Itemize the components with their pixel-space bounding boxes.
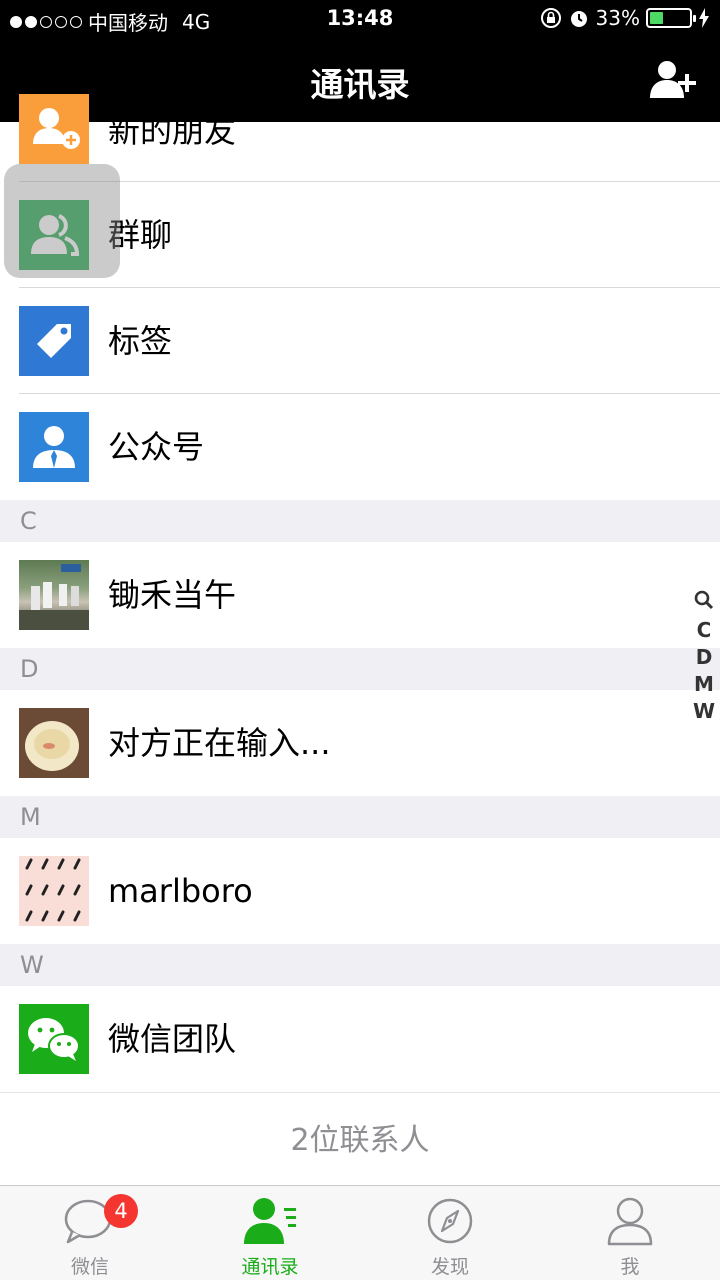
contact-list[interactable]: 新的朋友 群聊 标签 公众号 C 锄禾当午 D 对方正在输入... M marl…: [0, 94, 720, 1188]
avatar: [19, 856, 89, 926]
contact-row[interactable]: marlboro: [0, 838, 720, 944]
section-header-w: W: [0, 944, 720, 986]
entry-label: 公众号: [108, 428, 205, 466]
section-header-d: D: [0, 648, 720, 690]
contact-name: 锄禾当午: [108, 576, 237, 614]
add-friend-icon[interactable]: [648, 58, 698, 102]
alphabet-index[interactable]: C D M W: [692, 590, 716, 725]
contact-name: 对方正在输入...: [108, 724, 331, 762]
contact-count: 2位联系人: [0, 1092, 720, 1188]
tab-contacts[interactable]: 通讯录: [180, 1186, 360, 1280]
tab-label: 通讯录: [241, 1256, 299, 1278]
contact-row[interactable]: 微信团队: [0, 986, 720, 1092]
person-icon: [607, 1197, 653, 1246]
tab-discover[interactable]: 发现: [360, 1186, 540, 1280]
alarm-icon: [570, 11, 587, 27]
contact-row[interactable]: 对方正在输入...: [0, 690, 720, 796]
avatar: [19, 560, 89, 630]
section-header-c: C: [0, 500, 720, 542]
index-letter[interactable]: D: [696, 644, 713, 671]
index-letter[interactable]: W: [693, 698, 715, 725]
tab-bar: 4 微信 通讯录 发现 我: [0, 1185, 720, 1280]
contacts-icon: [244, 1198, 296, 1244]
tab-label: 我: [620, 1256, 640, 1278]
battery-icon: [646, 8, 696, 28]
tags-entry[interactable]: 标签: [0, 288, 720, 394]
avatar: [19, 1004, 89, 1074]
compass-icon: [427, 1198, 473, 1244]
status-bar: 中国移动 4G 13:48 33%: [0, 0, 720, 40]
official-account-icon: [19, 412, 89, 482]
entry-label: 新的朋友: [108, 112, 237, 150]
avatar: [19, 708, 89, 778]
contact-name: 微信团队: [108, 1020, 237, 1058]
tag-icon: [19, 306, 89, 376]
index-letter[interactable]: C: [697, 617, 712, 644]
tab-chats[interactable]: 4 微信: [0, 1186, 180, 1280]
tab-me[interactable]: 我: [540, 1186, 720, 1280]
contact-name: marlboro: [108, 872, 253, 910]
tab-label: 微信: [70, 1256, 109, 1278]
section-header-m: M: [0, 796, 720, 838]
entry-label: 标签: [108, 322, 173, 360]
charging-bolt-icon: [699, 8, 709, 28]
pressed-highlight: [4, 164, 120, 278]
battery-percent: 33%: [595, 6, 640, 30]
tab-label: 发现: [430, 1256, 469, 1278]
contacts-screen: 中国移动 4G 13:48 33% 通讯录 新的朋友 群聊 标签 公众号 C 锄…: [0, 0, 720, 1280]
search-icon[interactable]: [694, 590, 714, 617]
contact-row[interactable]: 锄禾当午: [0, 542, 720, 648]
new-friend-icon: [19, 94, 89, 164]
rotation-lock-icon: [540, 8, 561, 28]
official-accounts-entry[interactable]: 公众号: [0, 394, 720, 500]
unread-badge: 4: [104, 1194, 138, 1228]
index-letter[interactable]: M: [694, 671, 714, 698]
